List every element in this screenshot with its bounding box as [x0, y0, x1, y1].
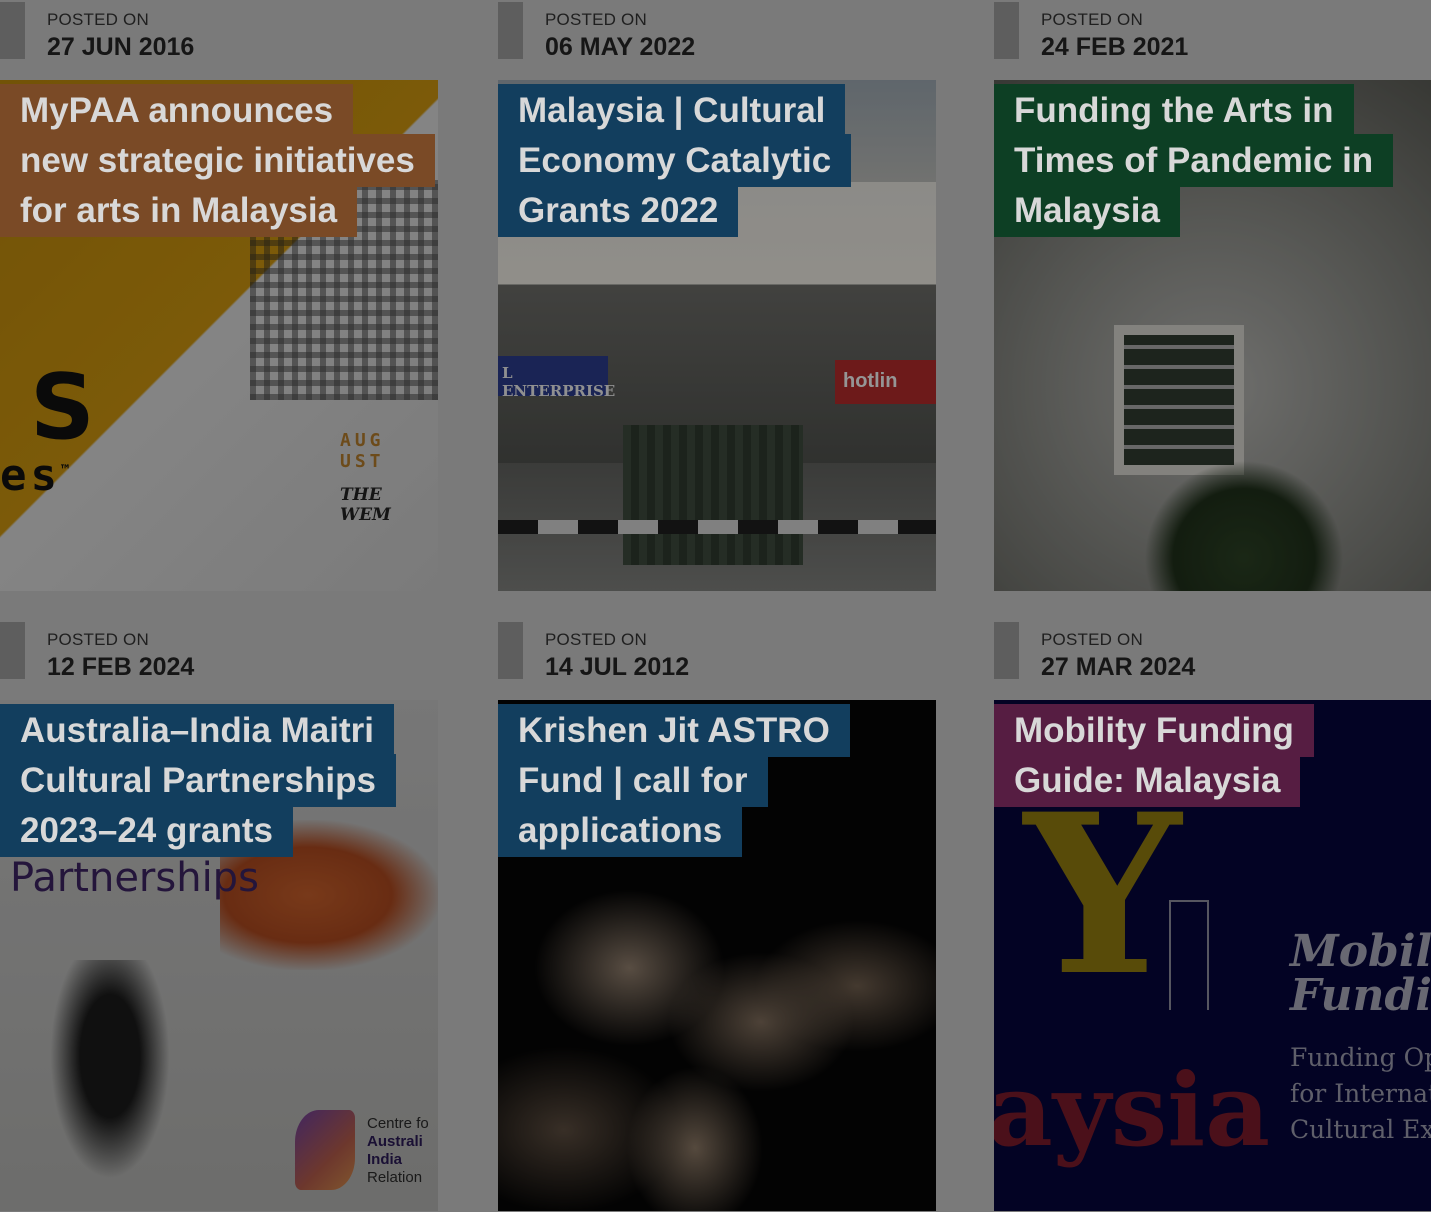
- post-date: 12 FEB 2024: [47, 653, 195, 681]
- post-thumbnail-link[interactable]: Funding the Arts in Times of Pandemic in M…: [994, 80, 1431, 591]
- post-card[interactable]: POSTED ON 14 JUL 2012 Krishen Jit ASTRO F…: [498, 620, 936, 1211]
- posted-on-label: POSTED ON: [545, 10, 647, 29]
- post-title[interactable]: Malaysia | Cultural Economy Catalytic Gran…: [498, 84, 936, 237]
- post-date-block: POSTED ON 12 FEB 2024: [0, 620, 438, 700]
- post-card[interactable]: POSTED ON 12 FEB 2024 Partnerships Centr…: [0, 620, 438, 1211]
- post-date: 27 MAR 2024: [1041, 653, 1196, 681]
- post-title-text[interactable]: Funding the Arts in Times of Pandemic in M…: [994, 84, 1394, 237]
- post-date: 24 FEB 2021: [1041, 33, 1189, 61]
- post-title-text[interactable]: Malaysia | Cultural Economy Catalytic Gran…: [498, 84, 852, 237]
- post-thumbnail-link[interactable]: L ENTERPRISE hotlin Malaysia | Cultural E…: [498, 80, 936, 591]
- date-accent-bar: [0, 2, 25, 59]
- date-accent-bar: [994, 622, 1019, 679]
- post-thumbnail-link[interactable]: Krishen Jit ASTRO Fund | call for applicat…: [498, 700, 936, 1211]
- posted-on-label: POSTED ON: [47, 10, 149, 29]
- posted-on-label: POSTED ON: [545, 630, 647, 649]
- post-card[interactable]: POSTED ON 06 MAY 2022 L ENTERPRISE hotli…: [498, 0, 936, 591]
- posts-grid: POSTED ON 27 JUN 2016 S es™ AUG UST THE …: [0, 0, 1431, 1212]
- post-title[interactable]: MyPAA announces new strategic initiatives…: [0, 84, 438, 237]
- post-thumbnail-link[interactable]: Partnerships Centre fo Australi India Re…: [0, 700, 438, 1211]
- date-accent-bar: [0, 622, 25, 679]
- date-accent-bar: [498, 2, 523, 59]
- post-title[interactable]: Mobility Funding Guide: Malaysia: [994, 704, 1431, 807]
- post-date: 27 JUN 2016: [47, 33, 195, 61]
- post-thumbnail-link[interactable]: S es™ AUG UST THE WEM MyPAA announces new…: [0, 80, 438, 591]
- post-title-text[interactable]: Australia–India Maitri Cultural Partnersh…: [0, 704, 396, 857]
- posted-on-label: POSTED ON: [1041, 630, 1143, 649]
- post-date: 06 MAY 2022: [545, 33, 696, 61]
- post-date-block: POSTED ON 24 FEB 2021: [994, 0, 1431, 80]
- post-title-text[interactable]: MyPAA announces new strategic initiatives…: [0, 84, 435, 237]
- post-date-block: POSTED ON 14 JUL 2012: [498, 620, 936, 700]
- post-title[interactable]: Australia–India Maitri Cultural Partnersh…: [0, 704, 438, 857]
- post-date-block: POSTED ON 06 MAY 2022: [498, 0, 936, 80]
- post-date: 14 JUL 2012: [545, 653, 690, 681]
- post-card[interactable]: POSTED ON 24 FEB 2021 Funding the Arts i…: [994, 0, 1431, 591]
- post-card[interactable]: POSTED ON 27 JUN 2016 S es™ AUG UST THE …: [0, 0, 438, 591]
- date-accent-bar: [994, 2, 1019, 59]
- post-date-block: POSTED ON 27 MAR 2024: [994, 620, 1431, 700]
- posted-on-label: POSTED ON: [1041, 10, 1143, 29]
- post-title-text[interactable]: Krishen Jit ASTRO Fund | call for applicat…: [498, 704, 850, 857]
- post-title[interactable]: Funding the Arts in Times of Pandemic in M…: [994, 84, 1431, 237]
- post-card[interactable]: POSTED ON 27 MAR 2024 Y aysia Mobili Fun…: [994, 620, 1431, 1211]
- post-title[interactable]: Krishen Jit ASTRO Fund | call for applicat…: [498, 704, 936, 857]
- post-title-text[interactable]: Mobility Funding Guide: Malaysia: [994, 704, 1314, 807]
- post-date-block: POSTED ON 27 JUN 2016: [0, 0, 438, 80]
- date-accent-bar: [498, 622, 523, 679]
- post-thumbnail-link[interactable]: Y aysia Mobili Fundi Funding Op for Inte…: [994, 700, 1431, 1211]
- posted-on-label: POSTED ON: [47, 630, 149, 649]
